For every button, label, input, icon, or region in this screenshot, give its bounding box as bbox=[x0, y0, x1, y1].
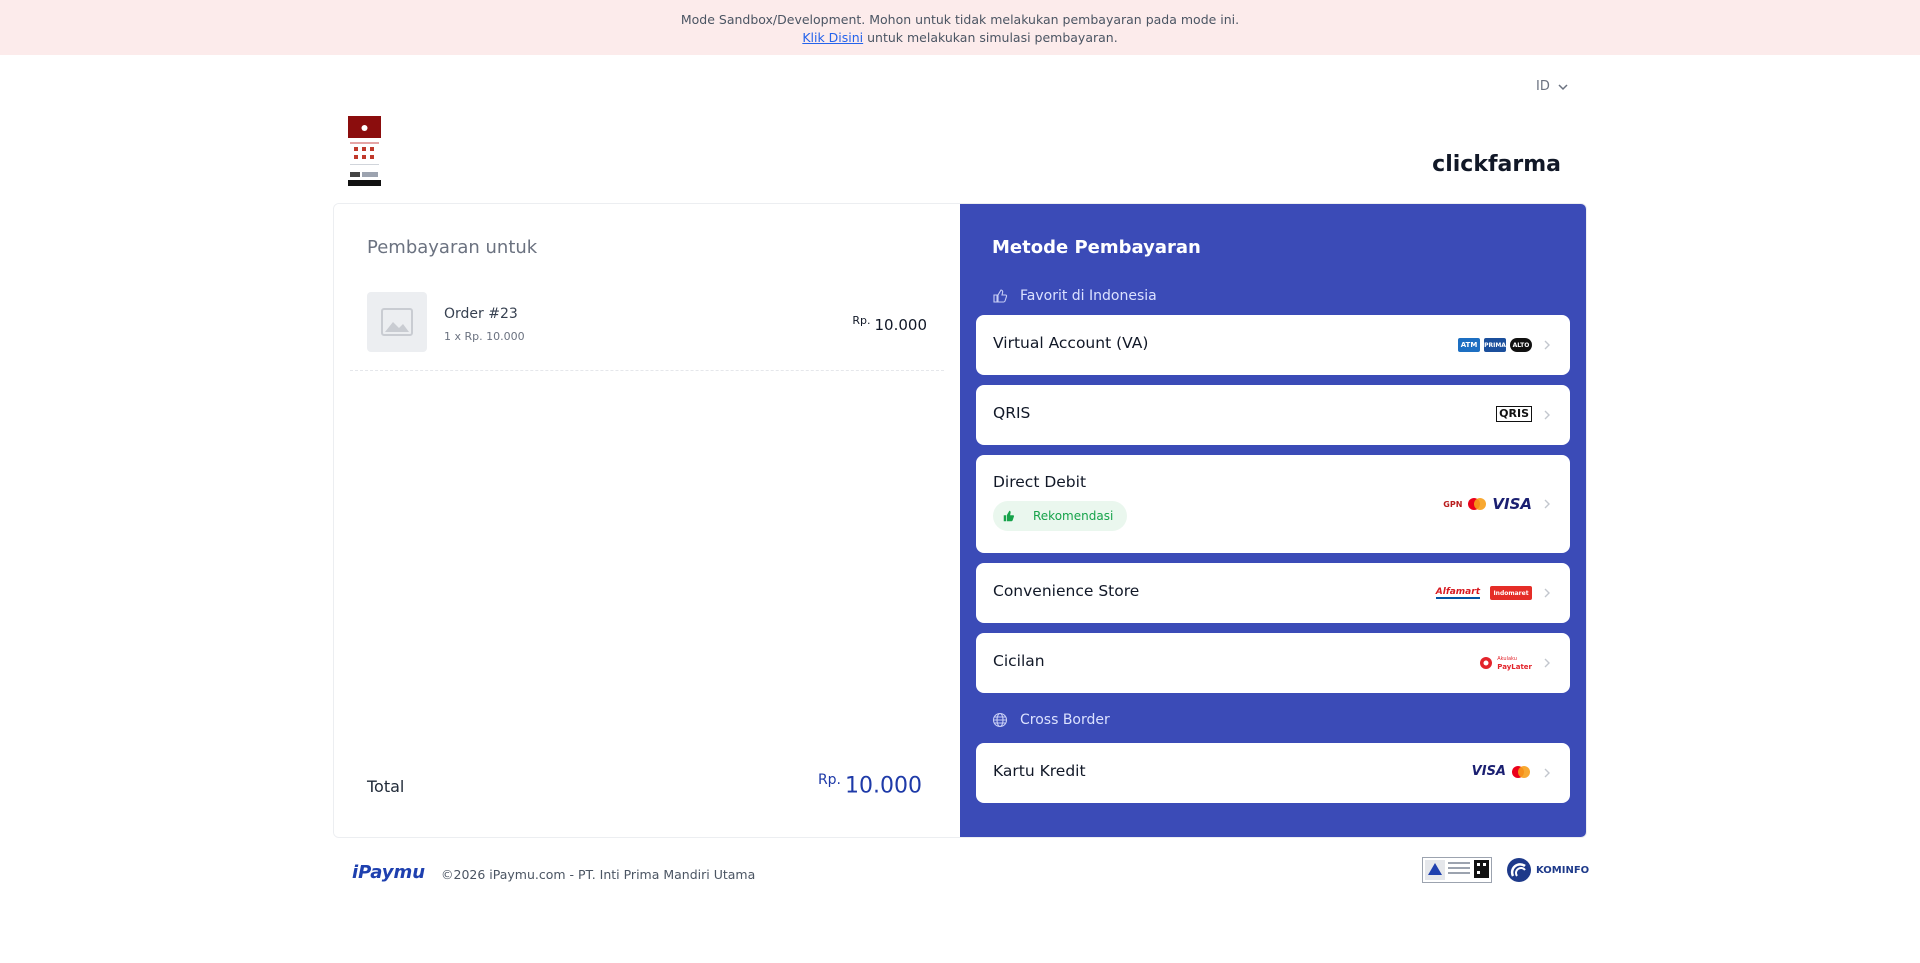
total-amount-value: 10.000 bbox=[845, 773, 922, 799]
kominfo-logo: KOMINFO bbox=[1506, 857, 1589, 883]
alto-logo: ALTO bbox=[1510, 338, 1532, 352]
prima-logo: PRIMA bbox=[1484, 338, 1506, 352]
method-label: Virtual Account (VA) bbox=[993, 334, 1149, 352]
currency-label: Rp. bbox=[852, 314, 871, 327]
total-currency-label: Rp. bbox=[817, 772, 842, 788]
alfamart-logo: Alfamart bbox=[1435, 587, 1480, 599]
language-code: ID bbox=[1536, 79, 1550, 94]
atm-bersama-logo: ATM bbox=[1458, 338, 1480, 352]
akulaku-text: Akulaku bbox=[1497, 656, 1517, 662]
footer-copyright: ©2026 iPaymu.com - PT. Inti Prima Mandir… bbox=[441, 867, 756, 882]
language-selector[interactable]: ID bbox=[1536, 79, 1570, 94]
banner-line-2-text: untuk melakukan simulasi pembayaran. bbox=[863, 30, 1118, 45]
recommendation-badge: Rekomendasi bbox=[993, 501, 1128, 531]
indomaret-logo: Indomaret bbox=[1490, 586, 1532, 600]
ipaymu-logo: iPaymu bbox=[352, 862, 426, 883]
mastercard-logo bbox=[1468, 498, 1487, 510]
paylater-text: PayLater bbox=[1497, 663, 1532, 671]
section-favorite-label: Favorit di Indonesia bbox=[1020, 288, 1157, 304]
banner-line-1: Mode Sandbox/Development. Mohon untuk ti… bbox=[680, 12, 1240, 27]
chevron-down-icon bbox=[1558, 83, 1568, 90]
sandbox-banner: Mode Sandbox/Development. Mohon untuk ti… bbox=[0, 0, 1920, 55]
divider bbox=[350, 370, 944, 371]
method-cicilan[interactable]: Cicilan Akulaku PayLater bbox=[976, 633, 1570, 693]
bank-network-logos: ATM PRIMA ALTO bbox=[1458, 338, 1532, 352]
method-virtual-account[interactable]: Virtual Account (VA) ATM PRIMA ALTO bbox=[976, 315, 1570, 375]
order-summary-panel: Pembayaran untuk Order #23 1 x Rp. 10.00… bbox=[334, 204, 960, 837]
qris-logo-text: QRIS bbox=[1496, 406, 1532, 422]
order-quantity: 1 x Rp. 10.000 bbox=[444, 330, 525, 343]
order-price-value: 10.000 bbox=[874, 316, 928, 334]
paylater-logo: Akulaku PayLater bbox=[1479, 655, 1532, 671]
kominfo-icon bbox=[1507, 858, 1531, 882]
merchant-logo bbox=[348, 116, 381, 186]
section-cross-border-label: Cross Border bbox=[1020, 712, 1110, 728]
gpn-logo: GPN bbox=[1443, 499, 1463, 509]
credit-card-logos: VISA bbox=[1472, 764, 1532, 779]
order-name: Order #23 bbox=[444, 306, 518, 322]
kominfo-text: KOMINFO bbox=[1536, 864, 1590, 876]
method-qris[interactable]: QRIS QRIS bbox=[976, 385, 1570, 445]
method-label: Kartu Kredit bbox=[993, 762, 1086, 780]
payment-methods-panel: Metode Pembayaran Favorit di Indonesia V… bbox=[960, 204, 1586, 837]
payment-methods-title: Metode Pembayaran bbox=[992, 237, 1201, 258]
method-direct-debit[interactable]: Direct Debit Rekomendasi GPN VISA bbox=[976, 455, 1570, 553]
chevron-right-icon bbox=[1544, 499, 1550, 509]
merchant-name: clickfarma bbox=[1432, 152, 1561, 177]
chevron-right-icon bbox=[1544, 410, 1550, 420]
mastercard-securecode-logo bbox=[1512, 765, 1530, 778]
recommendation-label: Rekomendasi bbox=[1033, 509, 1114, 523]
qris-logo: QRIS bbox=[1496, 406, 1532, 422]
method-label: Direct Debit bbox=[993, 473, 1087, 491]
total-amount: Rp. 10.000 bbox=[818, 772, 922, 798]
thumbs-up-icon bbox=[1003, 510, 1015, 522]
method-label: QRIS bbox=[993, 404, 1031, 422]
card-network-logos: GPN VISA bbox=[1443, 495, 1532, 513]
chevron-right-icon bbox=[1544, 340, 1550, 350]
section-cross-border: Cross Border bbox=[992, 712, 1110, 728]
chevron-right-icon bbox=[1544, 768, 1550, 778]
method-label: Convenience Store bbox=[993, 582, 1140, 600]
verified-by-visa-logo: VISA bbox=[1471, 764, 1506, 779]
method-label: Cicilan bbox=[993, 652, 1045, 670]
checkout-card: Pembayaran untuk Order #23 1 x Rp. 10.00… bbox=[333, 203, 1587, 838]
payment-for-title: Pembayaran untuk bbox=[367, 237, 538, 258]
chevron-right-icon bbox=[1544, 658, 1550, 668]
footer-badges: KOMINFO bbox=[1422, 857, 1589, 883]
banner-line-2: Klik Disini untuk melakukan simulasi pem… bbox=[0, 29, 1920, 47]
method-credit-card[interactable]: Kartu Kredit VISA bbox=[976, 743, 1570, 803]
store-logos: Alfamart Indomaret bbox=[1435, 586, 1532, 600]
globe-icon bbox=[992, 712, 1008, 728]
order-item: Order #23 1 x Rp. 10.000 Rp. 10.000 bbox=[367, 292, 927, 352]
section-favorite: Favorit di Indonesia bbox=[992, 288, 1157, 304]
order-price: Rp. 10.000 bbox=[852, 314, 927, 334]
certification-badge-icon bbox=[1422, 857, 1492, 883]
image-placeholder-icon bbox=[367, 292, 427, 352]
visa-logo: VISA bbox=[1492, 495, 1532, 513]
chevron-right-icon bbox=[1544, 588, 1550, 598]
simulate-link[interactable]: Klik Disini bbox=[802, 30, 863, 45]
method-convenience-store[interactable]: Convenience Store Alfamart Indomaret bbox=[976, 563, 1570, 623]
thumbs-up-icon bbox=[993, 289, 1008, 303]
akulaku-icon bbox=[1480, 657, 1493, 669]
total-label: Total bbox=[367, 777, 405, 796]
